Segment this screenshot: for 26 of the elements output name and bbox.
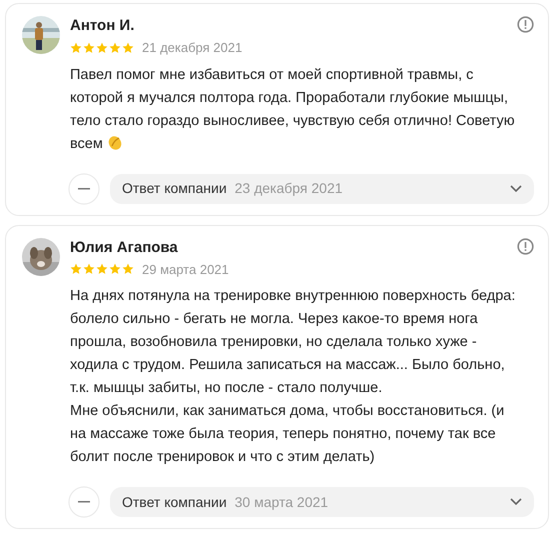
- star-icon: [83, 263, 95, 276]
- author-name: Антон И.: [70, 16, 134, 36]
- star-icon: [96, 42, 108, 54]
- star-icon: [70, 42, 82, 54]
- reply-date: 23 декабря 2021: [234, 179, 344, 198]
- reply-date: 30 марта 2021: [234, 492, 330, 512]
- report-icon[interactable]: [517, 238, 534, 254]
- author-name: Юлия Агапова: [70, 238, 178, 258]
- reply-label: Ответ компании: [122, 492, 227, 512]
- review-date: 29 марта 2021: [142, 260, 229, 279]
- company-reply-toggle[interactable]: Ответ компании 30 марта 2021: [110, 487, 534, 517]
- star-icon: [122, 263, 134, 276]
- reply-label: Ответ компании: [122, 179, 227, 198]
- company-logo-icon: [68, 172, 100, 204]
- review-text: На днях потянула на тренировке внутреннюю поверхность бедра: болело сильно - бегать не могла. Через какое-то время нога прошла, возобновила тренировки, но сделала только хуже - ходила с трудом. Решила записаться на массаж... Было больно, т.к. мышцы забиты, но после - стало получше. Мне объяснили, как заниматься дома, чтобы восстановиться. (и на массаже тоже была теория, теперь понятно, почему так все болит после тренировок и что с этим делать): [70, 287, 516, 467]
- star-icon: [122, 42, 134, 54]
- review-text: Павел помог мне избавиться от моей спортивной травмы, с которой я мучался полтора года. Проработали глубокие мышцы, тело стало гораздо выносливее, чувствую себя отлично! Советую всем: [70, 66, 516, 154]
- report-icon[interactable]: [517, 16, 534, 33]
- company-logo-icon: [68, 486, 100, 518]
- star-icon: [109, 263, 121, 276]
- star-icon: [83, 42, 95, 54]
- star-icon: [96, 263, 108, 276]
- review-date: 21 декабря 2021: [142, 39, 242, 57]
- star-icon: [70, 263, 82, 276]
- company-reply-toggle[interactable]: Ответ компании 23 декабря 2021: [110, 174, 534, 204]
- star-icon: [109, 42, 121, 54]
